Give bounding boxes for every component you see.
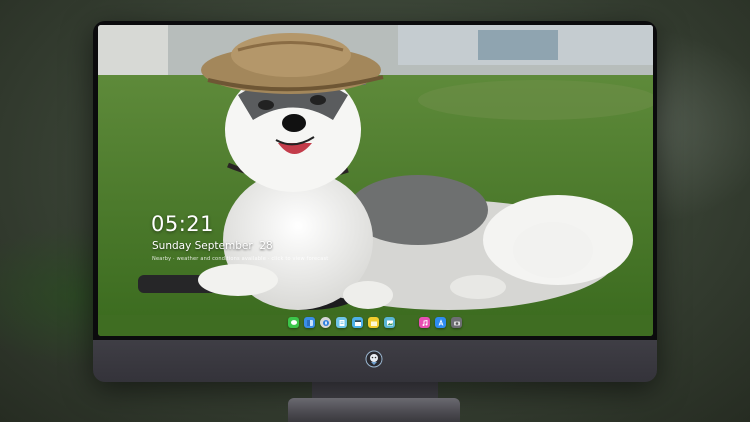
notes-icon[interactable] [368, 317, 379, 328]
finder-icon[interactable] [304, 317, 315, 328]
music-icon[interactable] [419, 317, 430, 328]
files-icon[interactable] [336, 317, 347, 328]
camera-icon[interactable] [451, 317, 462, 328]
safari-icon[interactable] [320, 317, 331, 328]
lockscreen-date: Sunday September 28 [152, 240, 273, 252]
desktop-screen [98, 25, 653, 336]
monitor-stand-base [288, 398, 460, 422]
clapper-icon[interactable] [352, 317, 363, 328]
photos-icon[interactable] [384, 317, 395, 328]
messages-icon[interactable] [288, 317, 299, 328]
dock [288, 315, 462, 330]
lockscreen-weather-line[interactable]: Nearby · weather and conditions availabl… [152, 256, 328, 262]
wallpaper-husky-photo [98, 25, 653, 336]
lockscreen-time: 05:21 [151, 212, 215, 236]
brand-logo-icon [365, 350, 383, 368]
appstore-icon[interactable] [435, 317, 446, 328]
